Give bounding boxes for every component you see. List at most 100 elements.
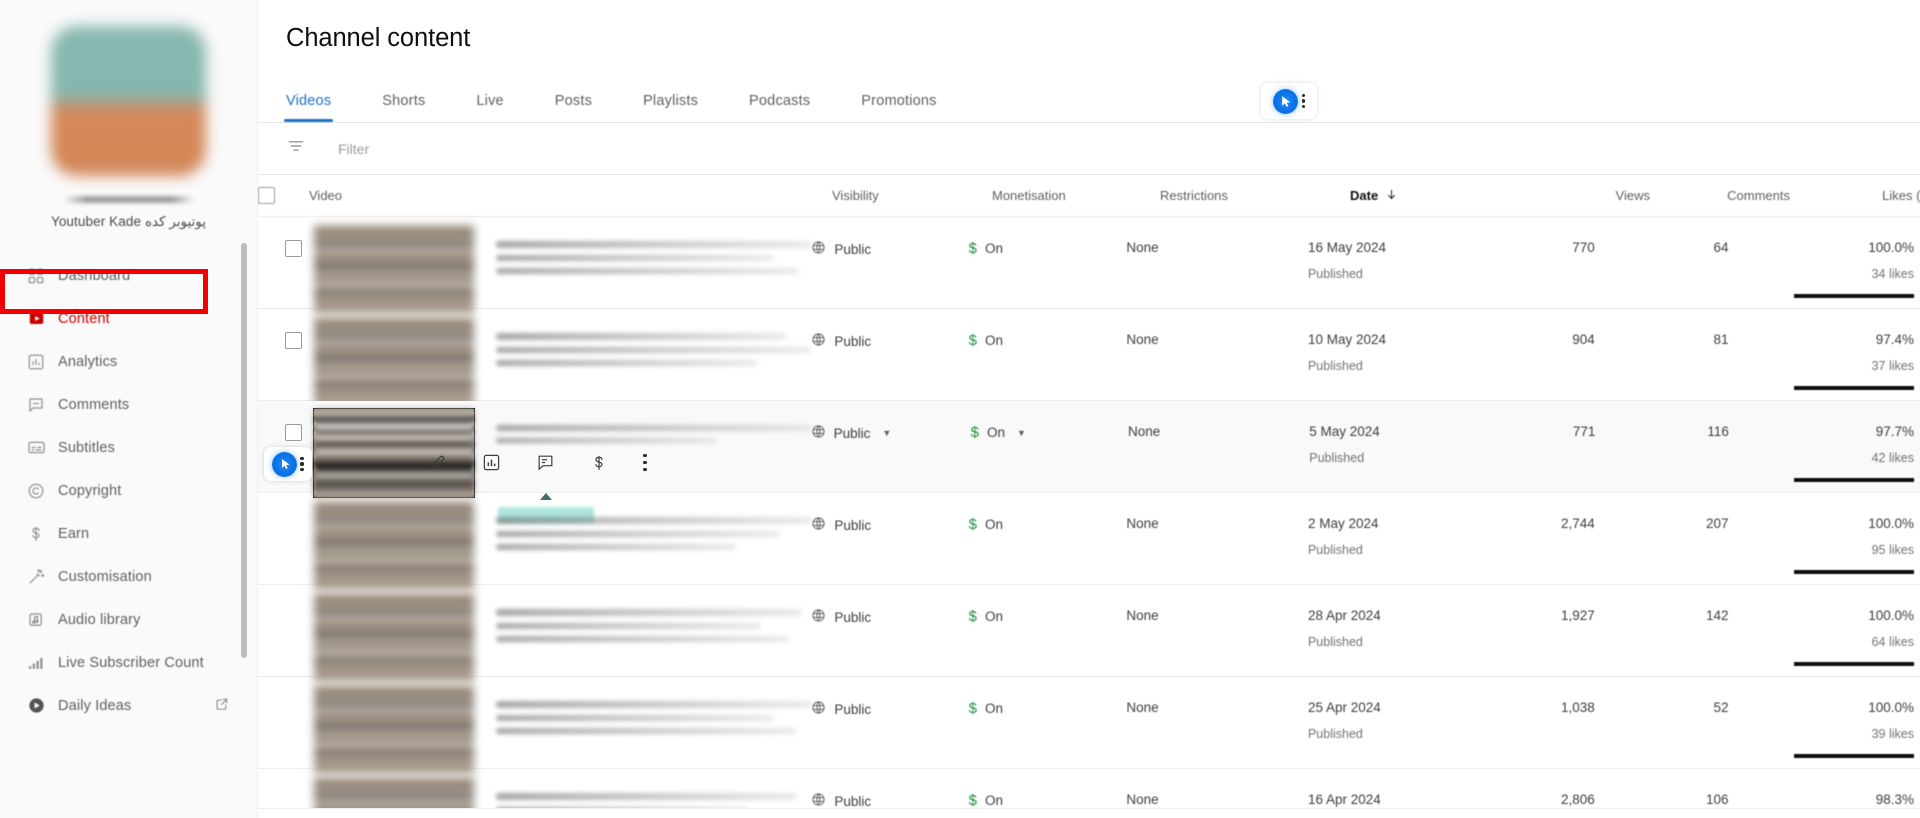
cell-monetisation[interactable]: $ On ▼ (971, 423, 1128, 441)
video-thumbnail[interactable] (314, 225, 474, 313)
sidebar-scrollbar-thumb[interactable] (241, 243, 247, 658)
sidebar-item-label: Daily Ideas (58, 698, 131, 714)
sidebar-item-copyright[interactable]: Copyright (0, 469, 257, 512)
kebab-menu-icon[interactable] (1302, 94, 1305, 109)
tab-videos[interactable]: Videos (286, 93, 331, 122)
tab-label: Podcasts (749, 93, 810, 109)
sidebar-item-daily-ideas[interactable]: Daily Ideas (0, 684, 257, 727)
filter-bar[interactable]: Filter (258, 123, 1920, 175)
kebab-menu-icon[interactable] (300, 457, 303, 472)
likes-percent: 97.7% (1729, 424, 1914, 439)
likes-percent: 100.0% (1729, 608, 1914, 623)
magic-wand-icon (14, 568, 58, 586)
monetisation-value: On (985, 793, 1003, 808)
row-checkbox[interactable] (258, 699, 314, 717)
video-thumbnail[interactable] (314, 685, 474, 773)
cell-views: 904 (1480, 331, 1595, 347)
filter-input[interactable]: Filter (338, 141, 369, 157)
comments-button[interactable] (536, 453, 555, 472)
table-row[interactable]: Public $On None 10 May 2024 Published 90… (258, 309, 1920, 401)
cell-comments: 116 (1595, 423, 1729, 439)
dollar-icon: $ (971, 424, 979, 441)
cell-visibility[interactable]: Public▼ (811, 423, 874, 442)
chevron-down-icon[interactable]: ▼ (882, 428, 891, 438)
analytics-button[interactable] (482, 453, 501, 472)
likes-count: 39 likes (1729, 727, 1914, 741)
sidebar-item-earn[interactable]: Earn (0, 512, 257, 555)
channel-block[interactable]: Youtuber Kade پوتیوبر کده (0, 0, 257, 230)
tab-live[interactable]: Live (476, 93, 503, 122)
table-row[interactable]: Public $On None 25 Apr 2024 Published 1,… (258, 677, 1920, 769)
tab-label: Videos (286, 93, 331, 109)
cell-date: 5 May 2024 Published (1309, 423, 1481, 465)
column-header-date[interactable]: Date (1350, 188, 1530, 204)
table-row[interactable]: Public $On None 28 Apr 2024 Published 1,… (258, 585, 1920, 677)
likes-percent: 97.4% (1729, 332, 1914, 347)
likes-percent: 98.3% (1729, 792, 1914, 807)
publish-date: 16 May 2024 (1308, 240, 1480, 255)
sidebar-item-live-subscriber-count[interactable]: Live Subscriber Count (0, 641, 257, 684)
cell-likes: 97.4% 37 likes (1729, 331, 1920, 390)
likes-count: 64 likes (1729, 635, 1914, 649)
video-thumbnail[interactable] (314, 593, 474, 681)
content-video-icon (14, 309, 58, 328)
publish-status: Published (1308, 359, 1480, 373)
tab-shorts[interactable]: Shorts (382, 93, 425, 122)
likes-percent: 100.0% (1729, 240, 1914, 255)
tab-playlists[interactable]: Playlists (643, 93, 698, 122)
table-row[interactable]: Public $On None 16 Apr 2024 2,806 106 98… (258, 769, 1920, 809)
tab-label: Live (476, 93, 503, 109)
sidebar-item-audio-library[interactable]: Audio library (0, 598, 257, 641)
channel-avatar[interactable] (51, 26, 206, 176)
table-header-row: Video Visibility Monetisation Restrictio… (258, 175, 1920, 217)
table-row[interactable]: Public▼ $On▼ None 5 May 2024 Published 7… (258, 401, 1920, 493)
tab-podcasts[interactable]: Podcasts (749, 93, 810, 122)
publish-date: 10 May 2024 (1308, 332, 1480, 347)
sidebar-item-subtitles[interactable]: Subtitles (0, 426, 257, 469)
youtube-studio-window: Youtuber Kade پوتیوبر کده Dashboard (0, 0, 1920, 818)
row-checkbox[interactable] (258, 515, 314, 533)
video-thumbnail[interactable] (314, 317, 474, 405)
likes-count: 34 likes (1729, 267, 1914, 281)
sidebar-item-content[interactable]: Content (0, 297, 257, 340)
row-checkbox[interactable] (258, 331, 314, 349)
cell-date: 16 May 2024 Published (1308, 239, 1480, 281)
visibility-value: Public (834, 794, 871, 809)
sidebar-item-label: Audio library (58, 612, 141, 628)
cell-restrictions: None (1126, 331, 1308, 347)
chevron-down-icon[interactable]: ▼ (1017, 428, 1026, 438)
edit-details-button[interactable] (428, 453, 447, 472)
tab-posts[interactable]: Posts (555, 93, 592, 122)
row-checkbox[interactable] (258, 239, 314, 257)
row-checkbox[interactable] (258, 791, 314, 809)
sidebar-item-dashboard[interactable]: Dashboard (0, 254, 257, 297)
column-header-date-label: Date (1350, 188, 1378, 203)
monetisation-value: On (987, 425, 1005, 440)
video-thumbnail[interactable] (314, 777, 474, 809)
arrow-down-icon (1385, 188, 1398, 204)
video-thumbnail[interactable] (314, 501, 474, 589)
cell-comments: 64 (1595, 239, 1729, 255)
table-row[interactable]: Public $On None 16 May 2024 Published 77… (258, 217, 1920, 309)
monetisation-button[interactable] (590, 454, 608, 472)
tab-promotions[interactable]: Promotions (861, 93, 936, 122)
publish-date: 16 Apr 2024 (1308, 792, 1480, 807)
filter-icon[interactable] (286, 136, 308, 161)
table-row[interactable]: Public $On None 2 May 2024 Published 2,7… (258, 493, 1920, 585)
cell-visibility: Public (811, 791, 871, 809)
cell-visibility: Public (811, 699, 871, 718)
select-all-checkbox[interactable] (258, 187, 287, 204)
mouse-cursor-chip-row (264, 447, 312, 481)
row-checkbox[interactable] (258, 423, 314, 441)
sidebar-item-comments[interactable]: Comments (0, 383, 257, 426)
cell-date: 28 Apr 2024 Published (1308, 607, 1480, 649)
tab-label: Shorts (382, 93, 425, 109)
sidebar-item-analytics[interactable]: Analytics (0, 340, 257, 383)
row-checkbox[interactable] (258, 607, 314, 625)
more-options-button[interactable] (643, 454, 647, 472)
cell-restrictions: None (1126, 239, 1308, 255)
channel-name-redaction (63, 196, 195, 203)
cell-comments: 106 (1595, 791, 1729, 807)
column-header-restrictions: Restrictions (1160, 188, 1350, 203)
sidebar-item-customisation[interactable]: Customisation (0, 555, 257, 598)
